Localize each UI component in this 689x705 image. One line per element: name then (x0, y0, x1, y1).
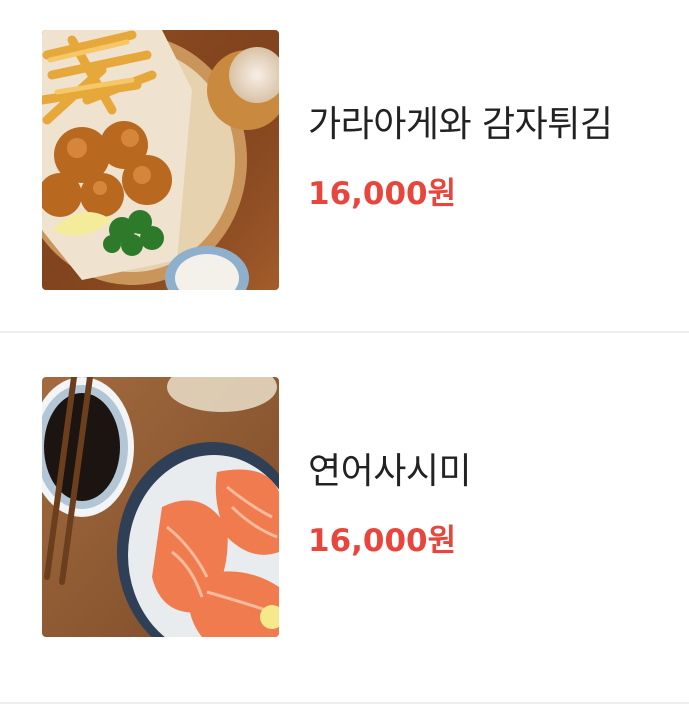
menu-item-price: 16,000원 (308, 176, 457, 212)
menu-item-name: 연어사시미 (308, 451, 472, 492)
menu-item[interactable]: 연어사시미 16,000원 (0, 333, 689, 703)
karaage-fries-image[interactable] (42, 30, 279, 290)
salmon-sashimi-photo (42, 377, 279, 637)
menu-item-price: 16,000원 (308, 523, 457, 559)
karaage-fries-photo (42, 30, 279, 290)
salmon-sashimi-image[interactable] (42, 377, 279, 637)
menu-item[interactable]: 가라아게와 감자튀김 16,000원 (0, 0, 689, 333)
menu-list: 가라아게와 감자튀김 16,000원 연어사시미 16,000원 (0, 0, 689, 705)
menu-item-name: 가라아게와 감자튀김 (308, 104, 613, 145)
divider (0, 702, 689, 704)
